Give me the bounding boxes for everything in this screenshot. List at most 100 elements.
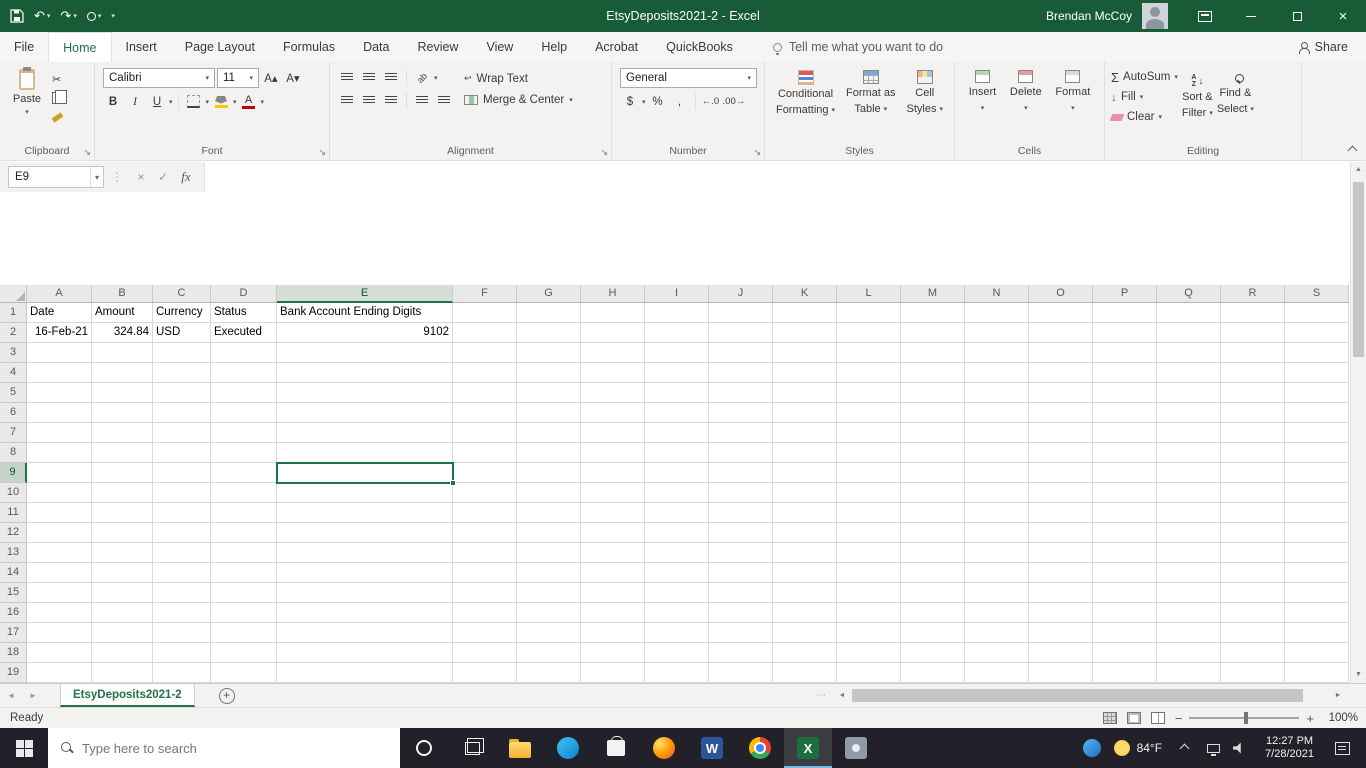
accounting-format-dropdown[interactable]: ▾ [642, 98, 646, 106]
cell-D10[interactable] [211, 483, 277, 503]
cell-A6[interactable] [27, 403, 92, 423]
cell-G17[interactable] [517, 623, 581, 643]
cell-J19[interactable] [709, 663, 773, 683]
clear-dropdown[interactable]: ▾ [1158, 113, 1162, 121]
cell-J7[interactable] [709, 423, 773, 443]
cell-B9[interactable] [92, 463, 153, 483]
cell-F2[interactable] [453, 323, 517, 343]
customize-quick-access-button[interactable]: ▾ [111, 12, 115, 20]
cell-A10[interactable] [27, 483, 92, 503]
align-left-button[interactable] [337, 91, 357, 110]
page-layout-view-button[interactable] [1126, 712, 1141, 724]
cell-C2[interactable]: USD [153, 323, 211, 343]
conditional-formatting-button[interactable]: Conditional Formatting ▾ [776, 63, 835, 117]
fill-dropdown[interactable]: ▾ [1140, 93, 1144, 101]
cell-I17[interactable] [645, 623, 709, 643]
cell-Q10[interactable] [1157, 483, 1221, 503]
cell-K1[interactable] [773, 303, 837, 323]
cell-I18[interactable] [645, 643, 709, 663]
cell-styles-dropdown[interactable]: ▾ [939, 103, 943, 116]
cell-S14[interactable] [1285, 563, 1349, 583]
increase-indent-button[interactable] [434, 91, 454, 110]
cell-H13[interactable] [581, 543, 645, 563]
cell-E18[interactable] [277, 643, 453, 663]
cell-H7[interactable] [581, 423, 645, 443]
cell-E14[interactable] [277, 563, 453, 583]
cell-C10[interactable] [153, 483, 211, 503]
cell-L5[interactable] [837, 383, 901, 403]
cell-A8[interactable] [27, 443, 92, 463]
cell-K4[interactable] [773, 363, 837, 383]
column-header-K[interactable]: K [773, 285, 837, 303]
cell-P14[interactable] [1093, 563, 1157, 583]
cell-L1[interactable] [837, 303, 901, 323]
paste-dropdown[interactable]: ▾ [25, 108, 29, 116]
cell-J3[interactable] [709, 343, 773, 363]
cell-J6[interactable] [709, 403, 773, 423]
cell-P13[interactable] [1093, 543, 1157, 563]
cell-H17[interactable] [581, 623, 645, 643]
select-all-corner[interactable] [0, 285, 27, 303]
cell-J17[interactable] [709, 623, 773, 643]
insert-cells-dropdown[interactable]: ▾ [981, 102, 985, 115]
cell-N6[interactable] [965, 403, 1029, 423]
cell-Q19[interactable] [1157, 663, 1221, 683]
column-header-H[interactable]: H [581, 285, 645, 303]
cell-E16[interactable] [277, 603, 453, 623]
cell-C17[interactable] [153, 623, 211, 643]
font-size-combo[interactable]: 11 ▾ [217, 68, 259, 88]
cell-G10[interactable] [517, 483, 581, 503]
cell-A17[interactable] [27, 623, 92, 643]
taskbar-app-file-explorer[interactable] [496, 728, 544, 768]
cell-A16[interactable] [27, 603, 92, 623]
tab-help[interactable]: Help [527, 32, 581, 62]
cell-L19[interactable] [837, 663, 901, 683]
touch-mouse-mode-button[interactable]: ▾ [86, 11, 101, 21]
cell-B17[interactable] [92, 623, 153, 643]
cell-E7[interactable] [277, 423, 453, 443]
cell-I14[interactable] [645, 563, 709, 583]
cell-Q11[interactable] [1157, 503, 1221, 523]
clipboard-dialog-launcher[interactable]: ↘ [83, 148, 91, 157]
taskbar-app-paint[interactable] [832, 728, 880, 768]
cell-F12[interactable] [453, 523, 517, 543]
taskbar-app-edge[interactable] [544, 728, 592, 768]
cell-D19[interactable] [211, 663, 277, 683]
cell-K19[interactable] [773, 663, 837, 683]
scroll-down-arrow[interactable]: ▼ [1351, 667, 1366, 683]
cell-Q7[interactable] [1157, 423, 1221, 443]
cell-C7[interactable] [153, 423, 211, 443]
bold-button[interactable]: B [103, 92, 123, 111]
cell-C5[interactable] [153, 383, 211, 403]
cell-B11[interactable] [92, 503, 153, 523]
increase-decimal-button[interactable]: ←.0 [701, 92, 721, 111]
insert-cells-button[interactable]: Insert ▾ [969, 63, 996, 115]
maximize-button[interactable] [1274, 0, 1320, 32]
cell-I9[interactable] [645, 463, 709, 483]
column-header-M[interactable]: M [901, 285, 965, 303]
cell-P2[interactable] [1093, 323, 1157, 343]
cell-K8[interactable] [773, 443, 837, 463]
cell-B13[interactable] [92, 543, 153, 563]
cell-B12[interactable] [92, 523, 153, 543]
cell-S13[interactable] [1285, 543, 1349, 563]
cell-L2[interactable] [837, 323, 901, 343]
cell-K12[interactable] [773, 523, 837, 543]
cell-F16[interactable] [453, 603, 517, 623]
cell-Q9[interactable] [1157, 463, 1221, 483]
cell-O2[interactable] [1029, 323, 1093, 343]
cell-J10[interactable] [709, 483, 773, 503]
normal-view-button[interactable] [1102, 712, 1117, 724]
cell-K18[interactable] [773, 643, 837, 663]
cell-O8[interactable] [1029, 443, 1093, 463]
borders-button[interactable] [184, 92, 204, 111]
cell-G2[interactable] [517, 323, 581, 343]
minimize-button[interactable] [1228, 0, 1274, 32]
format-cells-dropdown[interactable]: ▾ [1071, 102, 1075, 115]
cell-I7[interactable] [645, 423, 709, 443]
cell-R19[interactable] [1221, 663, 1285, 683]
tab-formulas[interactable]: Formulas [269, 32, 349, 62]
cell-A11[interactable] [27, 503, 92, 523]
row-header-1[interactable]: 1 [0, 303, 27, 323]
cell-M17[interactable] [901, 623, 965, 643]
